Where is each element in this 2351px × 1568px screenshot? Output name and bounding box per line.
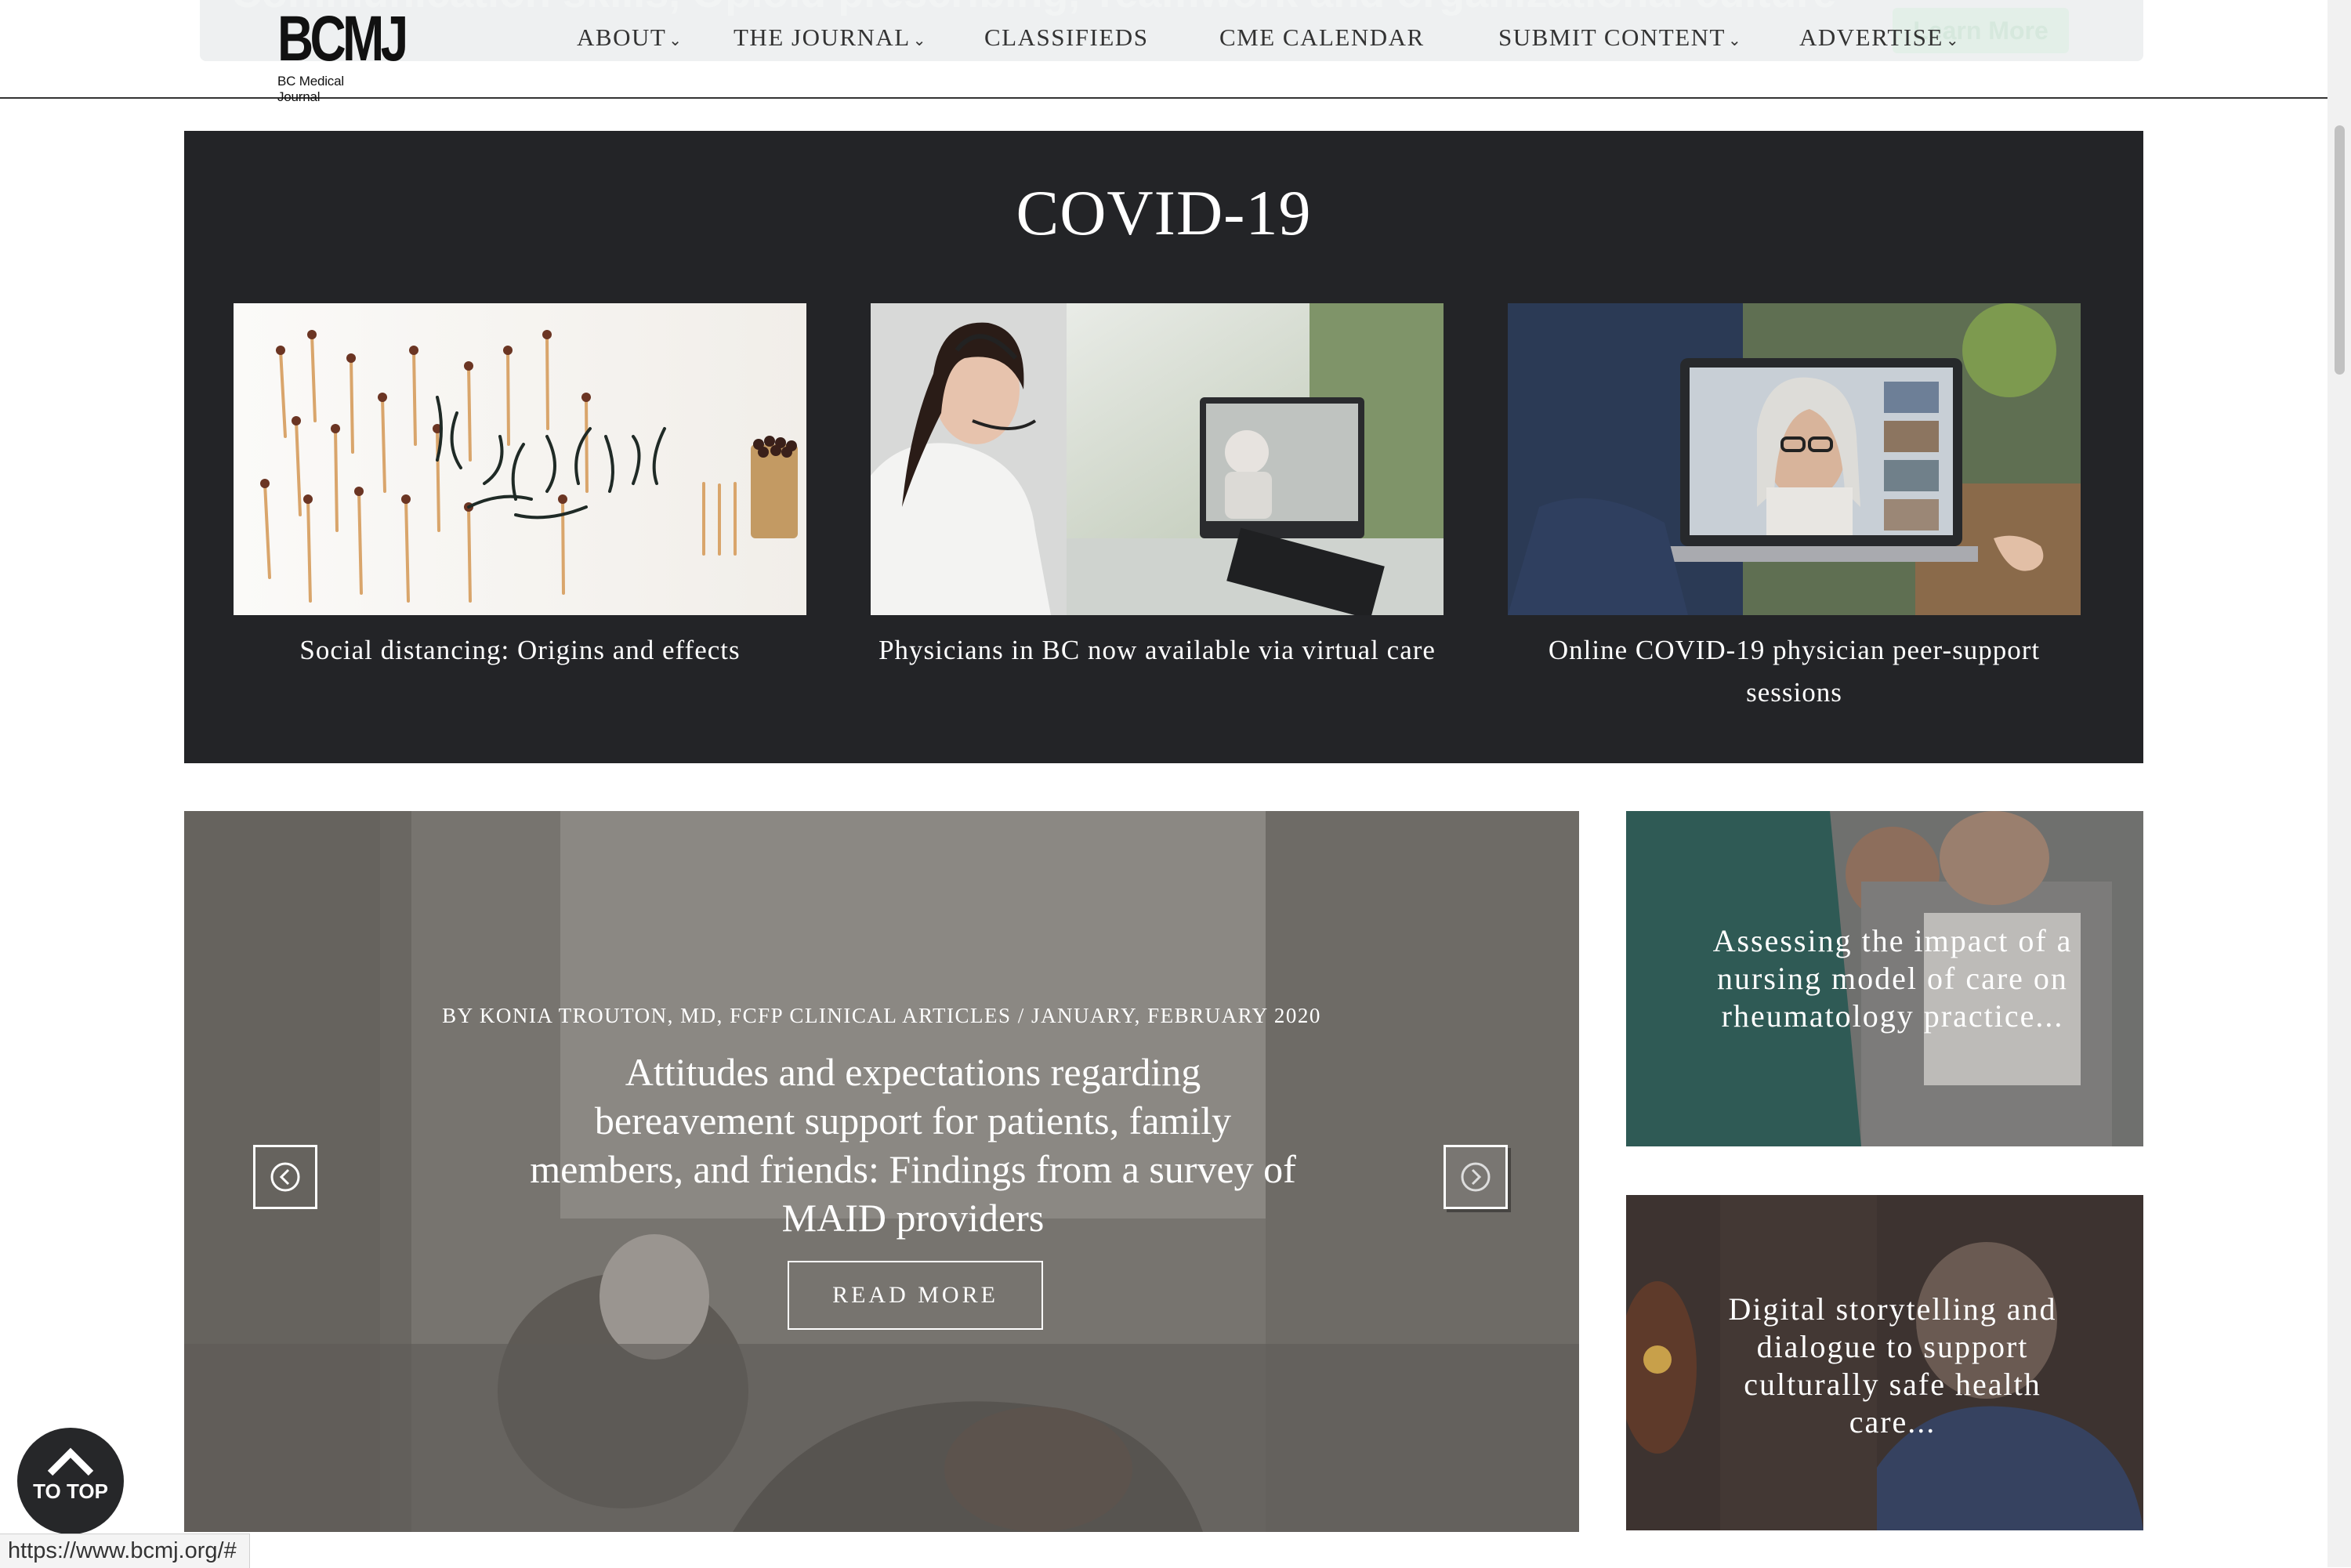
nav-about-label: ABOUT: [577, 24, 667, 51]
video-call-illustration: [1508, 303, 2081, 615]
site-header: BCMJ BC Medical Journal ABOUT ⌄ THE JOURN…: [0, 0, 2327, 105]
covid-card-social-distancing[interactable]: Social distancing: Origins and effects: [234, 303, 806, 672]
chevron-down-icon: ⌄: [1727, 30, 1743, 49]
chevron-down-icon: ⌄: [668, 30, 683, 49]
covid-section-title: COVID-19: [1016, 177, 1312, 248]
side-article-title[interactable]: Assessing the impact of a nursing model …: [1697, 922, 2088, 1035]
chevron-down-icon: ⌄: [912, 30, 928, 49]
article-byline: BY KONIA TROUTON, MD, FCFP CLINICAL ARTI…: [442, 1004, 1321, 1027]
covid-card-caption[interactable]: Physicians in BC now available via virtu…: [871, 629, 1444, 672]
page-scrollbar[interactable]: [2327, 0, 2351, 1567]
nav-the-journal[interactable]: THE JOURNAL ⌄: [734, 24, 927, 52]
nav-classifieds-label: CLASSIFIEDS: [984, 24, 1149, 51]
logo-wordmark: BCMJ: [277, 3, 408, 74]
nav-advertise-label: ADVERTISE: [1799, 24, 1943, 51]
nav-the-journal-label: THE JOURNAL: [734, 24, 911, 51]
slider-prev-button[interactable]: [253, 1145, 317, 1209]
side-article-title[interactable]: Digital storytelling and dialogue to sup…: [1697, 1291, 2088, 1441]
covid-card-virtual-care[interactable]: Physicians in BC now available via virtu…: [871, 303, 1444, 672]
nav-advertise[interactable]: ADVERTISE ⌄: [1799, 24, 1960, 52]
side-article-digital-storytelling[interactable]: Digital storytelling and dialogue to sup…: [1626, 1195, 2143, 1530]
read-more-button[interactable]: READ MORE: [788, 1261, 1043, 1330]
burnt-matches-illustration: [234, 303, 806, 615]
nav-classifieds[interactable]: CLASSIFIEDS: [984, 24, 1148, 52]
covid-card-peer-support[interactable]: Online COVID-19 physician peer-support s…: [1508, 303, 2081, 714]
article-title[interactable]: Attitudes and expectations regarding ber…: [521, 1048, 1305, 1242]
covid-card-caption[interactable]: Online COVID-19 physician peer-support s…: [1508, 629, 2081, 714]
video-call-laptop-image[interactable]: [1508, 303, 2081, 615]
logo-subtitle: BC Medical Journal: [277, 74, 344, 104]
slider-next-button[interactable]: [1444, 1145, 1508, 1209]
chevron-right-circle-icon: [1461, 1162, 1491, 1192]
chevron-left-circle-icon: [270, 1162, 300, 1192]
nav-about[interactable]: ABOUT ⌄: [577, 24, 683, 52]
to-top-label: TO TOP: [33, 1479, 108, 1503]
chevron-down-icon: ⌄: [1945, 30, 1961, 49]
covid-section: COVID-19 Social distancing: Origins and …: [184, 131, 2143, 763]
burnt-matches-image[interactable]: [234, 303, 806, 615]
nav-submit-content[interactable]: SUBMIT CONTENT ⌄: [1498, 24, 1742, 52]
virtual-care-doctor-image[interactable]: [871, 303, 1444, 615]
virtual-care-illustration: [871, 303, 1444, 615]
nav-cme-calendar[interactable]: CME CALENDAR: [1219, 24, 1425, 52]
bcmj-logo[interactable]: BCMJ BC Medical Journal: [277, 3, 408, 105]
nav-cme-calendar-label: CME CALENDAR: [1219, 24, 1425, 51]
featured-article-slider: BY KONIA TROUTON, MD, FCFP CLINICAL ARTI…: [184, 811, 1579, 1532]
side-article-rheumatology[interactable]: Assessing the impact of a nursing model …: [1626, 811, 2143, 1146]
covid-card-caption[interactable]: Social distancing: Origins and effects: [234, 629, 806, 672]
nav-submit-content-label: SUBMIT CONTENT: [1498, 24, 1726, 51]
status-bar-url: https://www.bcmj.org/#: [0, 1534, 250, 1568]
to-top-button[interactable]: TO TOP: [17, 1428, 124, 1534]
scrollbar-thumb[interactable]: [2335, 125, 2345, 375]
